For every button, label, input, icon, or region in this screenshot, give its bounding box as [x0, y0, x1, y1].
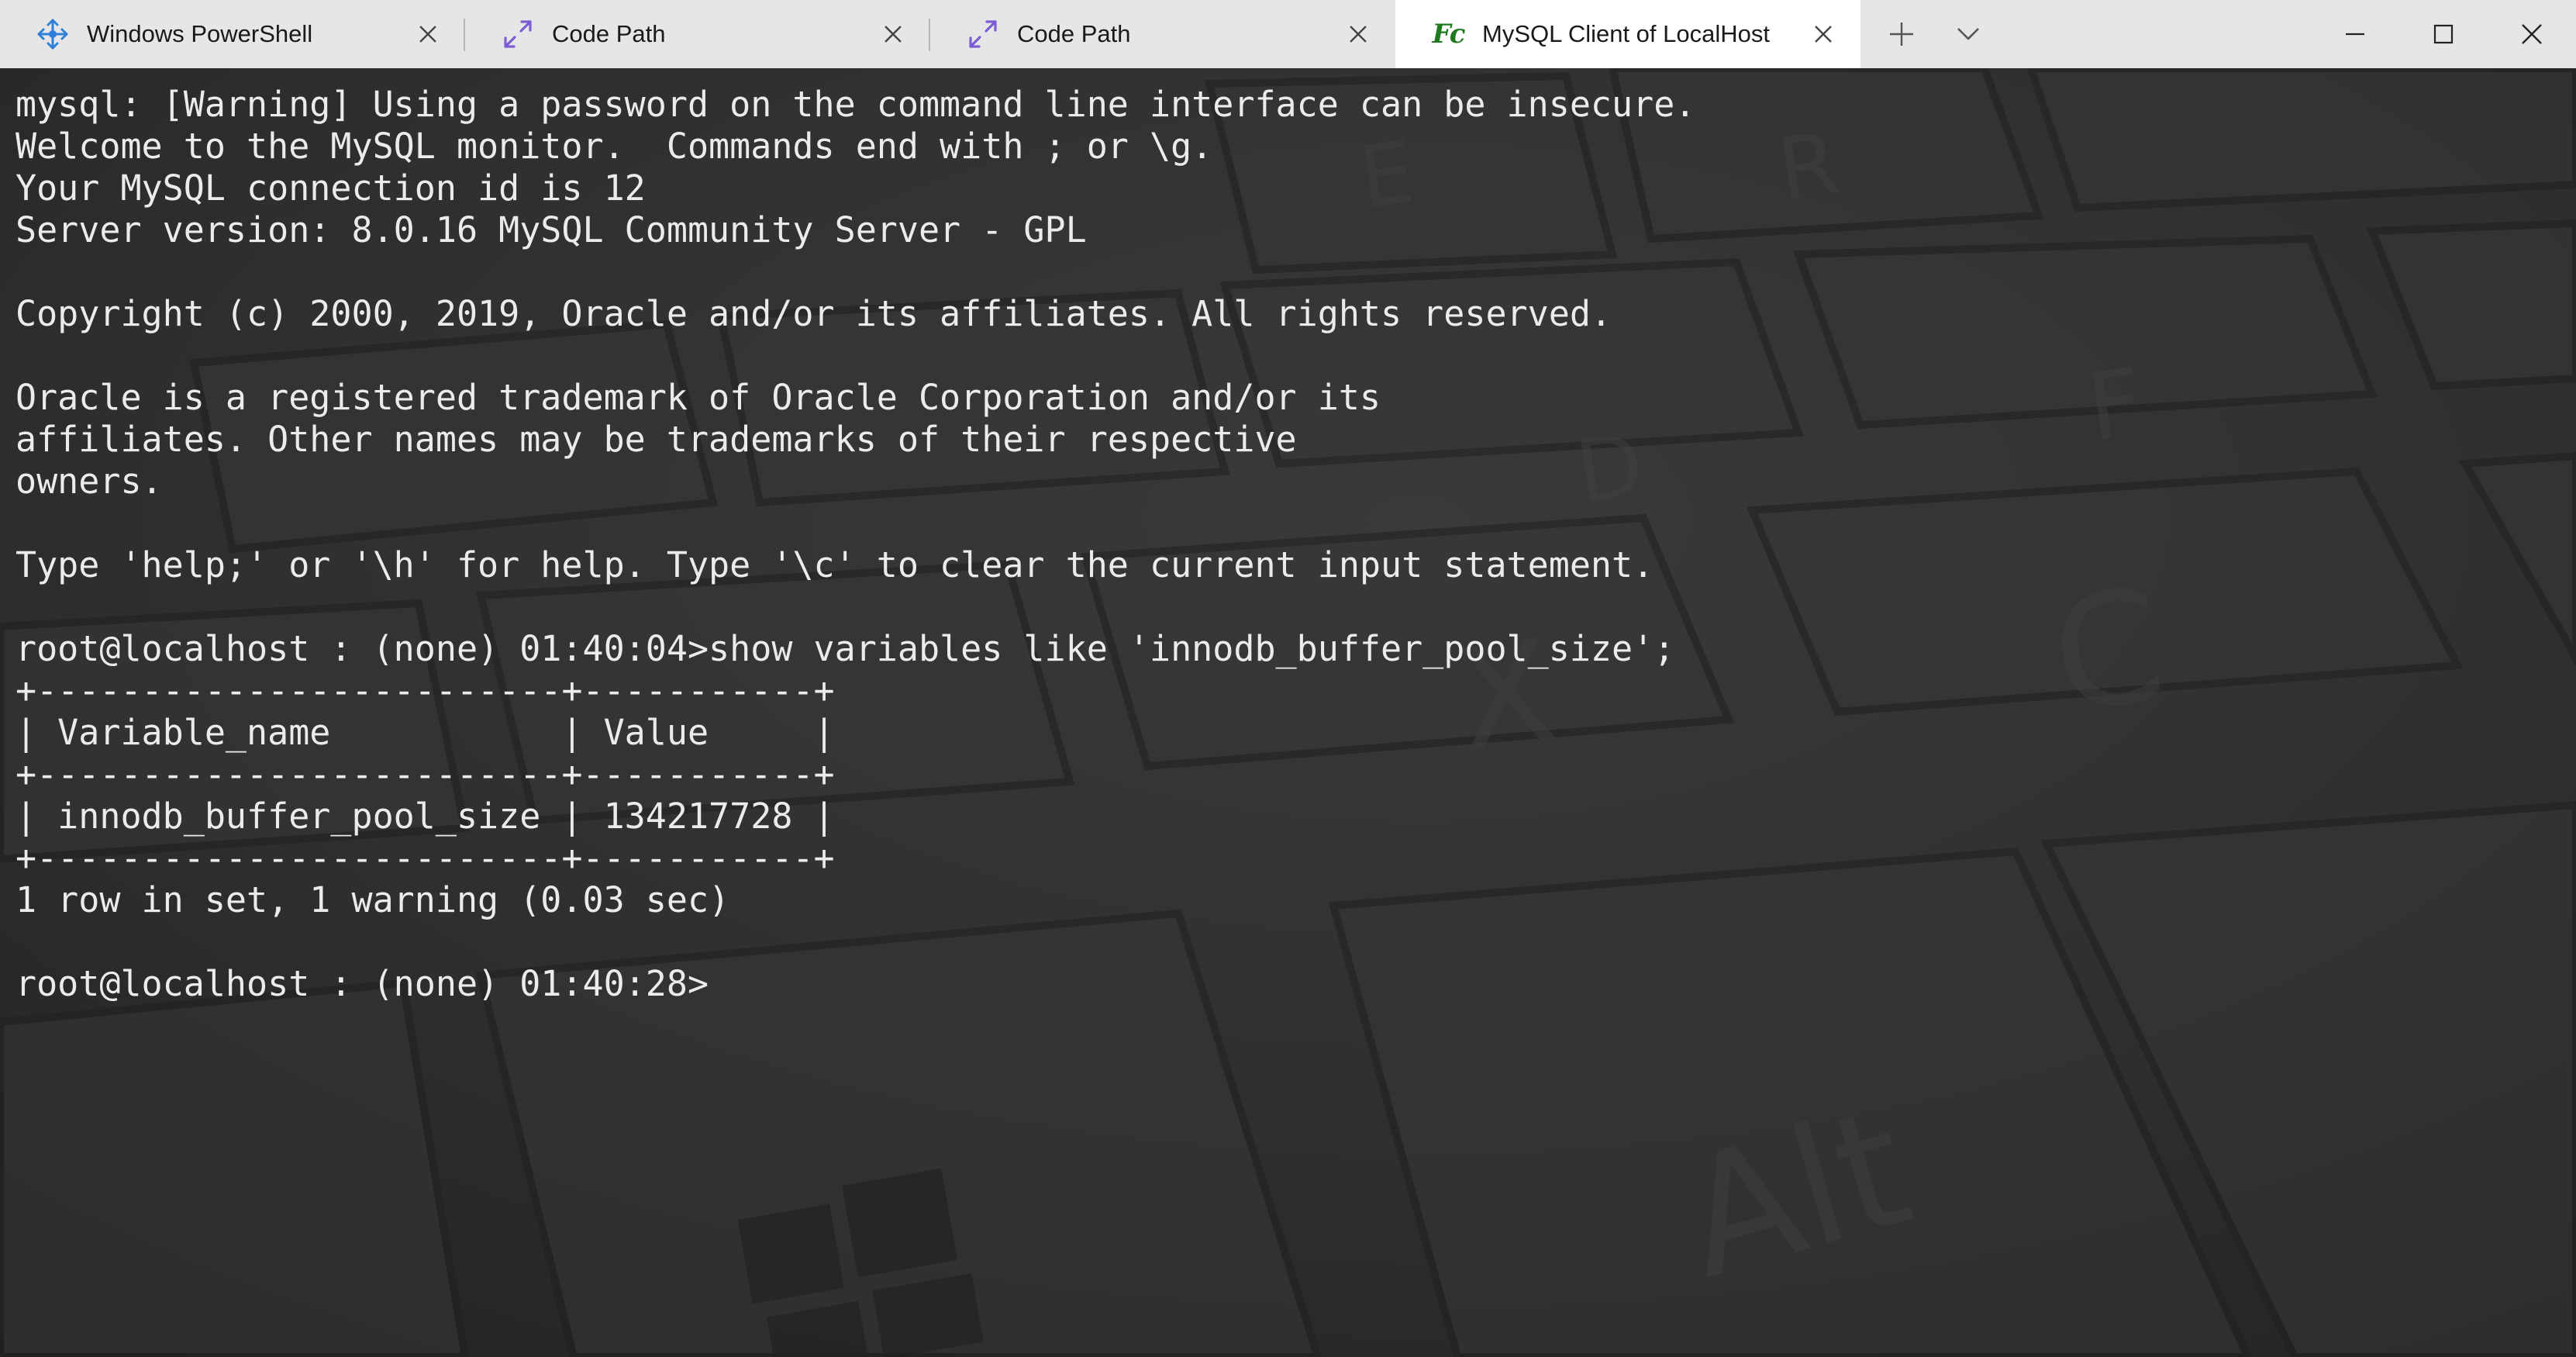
tab-close-icon[interactable] [1808, 19, 1839, 50]
tab-close-icon[interactable] [878, 19, 909, 50]
close-button[interactable] [2488, 0, 2576, 68]
tab-windows-powershell[interactable]: Windows PowerShell [0, 0, 465, 68]
maximize-button[interactable] [2399, 0, 2488, 68]
close-icon [2522, 24, 2542, 44]
terminal-line: | innodb_buffer_pool_size | 134217728 | [16, 796, 835, 837]
tab-label: Code Path [552, 20, 666, 47]
expand-arrows-icon [963, 14, 1003, 54]
tab-label: Code Path [1017, 20, 1131, 47]
terminal-line: Your MySQL connection id is 12 [16, 167, 646, 209]
tab-actions [1868, 0, 2002, 68]
terminal-line: affiliates. Other names may be trademark… [16, 419, 1297, 460]
new-tab-button[interactable] [1868, 0, 1935, 68]
terminal-line: +-------------------------+-----------+ [16, 754, 835, 795]
fc-icon-glyph: Fc [1432, 19, 1466, 50]
maximize-icon [2433, 24, 2454, 44]
tab-mysql-client[interactable]: Fc MySQL Client of LocalHost [1395, 0, 1860, 68]
terminal-line: owners. [16, 461, 163, 502]
title-bar: Windows PowerShell Code Path Code Path F… [0, 0, 2576, 68]
powershell-move-icon [33, 14, 73, 54]
tab-dropdown-button[interactable] [1935, 0, 2002, 68]
terminal-line: | Variable_name | Value | [16, 712, 835, 753]
terminal-prompt[interactable]: root@localhost : (none) 01:40:28> [16, 963, 1695, 1005]
expand-arrows-icon [498, 14, 538, 54]
terminal-line: Type 'help;' or '\h' for help. Type '\c'… [16, 544, 1654, 585]
minimize-button[interactable] [2311, 0, 2399, 68]
terminal-window: Windows PowerShell Code Path Code Path F… [0, 0, 2576, 1357]
terminal-output: mysql: [Warning] Using a password on the… [16, 84, 1695, 1005]
plus-icon [1890, 22, 1913, 46]
terminal-line: Welcome to the MySQL monitor. Commands e… [16, 126, 1213, 167]
window-controls [2311, 0, 2576, 68]
terminal-line: +-------------------------+-----------+ [16, 670, 835, 711]
terminal-line: root@localhost : (none) 01:40:04>show va… [16, 628, 1675, 669]
tab-code-path-2[interactable]: Code Path [930, 0, 1395, 68]
terminal-line: Server version: 8.0.16 MySQL Community S… [16, 209, 1087, 250]
terminal-line: +-------------------------+-----------+ [16, 837, 835, 879]
terminal-line: mysql: [Warning] Using a password on the… [16, 84, 1696, 125]
terminal-line: 1 row in set, 1 warning (0.03 sec) [16, 879, 730, 920]
minimize-icon [2346, 33, 2364, 36]
tab-label: MySQL Client of LocalHost [1482, 20, 1771, 47]
tab-close-icon[interactable] [1343, 19, 1374, 50]
tab-close-icon[interactable] [412, 19, 443, 50]
chevron-down-icon [1957, 28, 1979, 40]
terminal-pane[interactable]: E R F D C X Alt mysql: [Warning] Using a… [0, 68, 2576, 1357]
tab-code-path-1[interactable]: Code Path [465, 0, 930, 68]
terminal-line: Oracle is a registered trademark of Orac… [16, 377, 1381, 418]
terminal-line: Copyright (c) 2000, 2019, Oracle and/or … [16, 293, 1612, 334]
fc-icon: Fc [1428, 14, 1468, 54]
tab-label: Windows PowerShell [87, 20, 313, 47]
